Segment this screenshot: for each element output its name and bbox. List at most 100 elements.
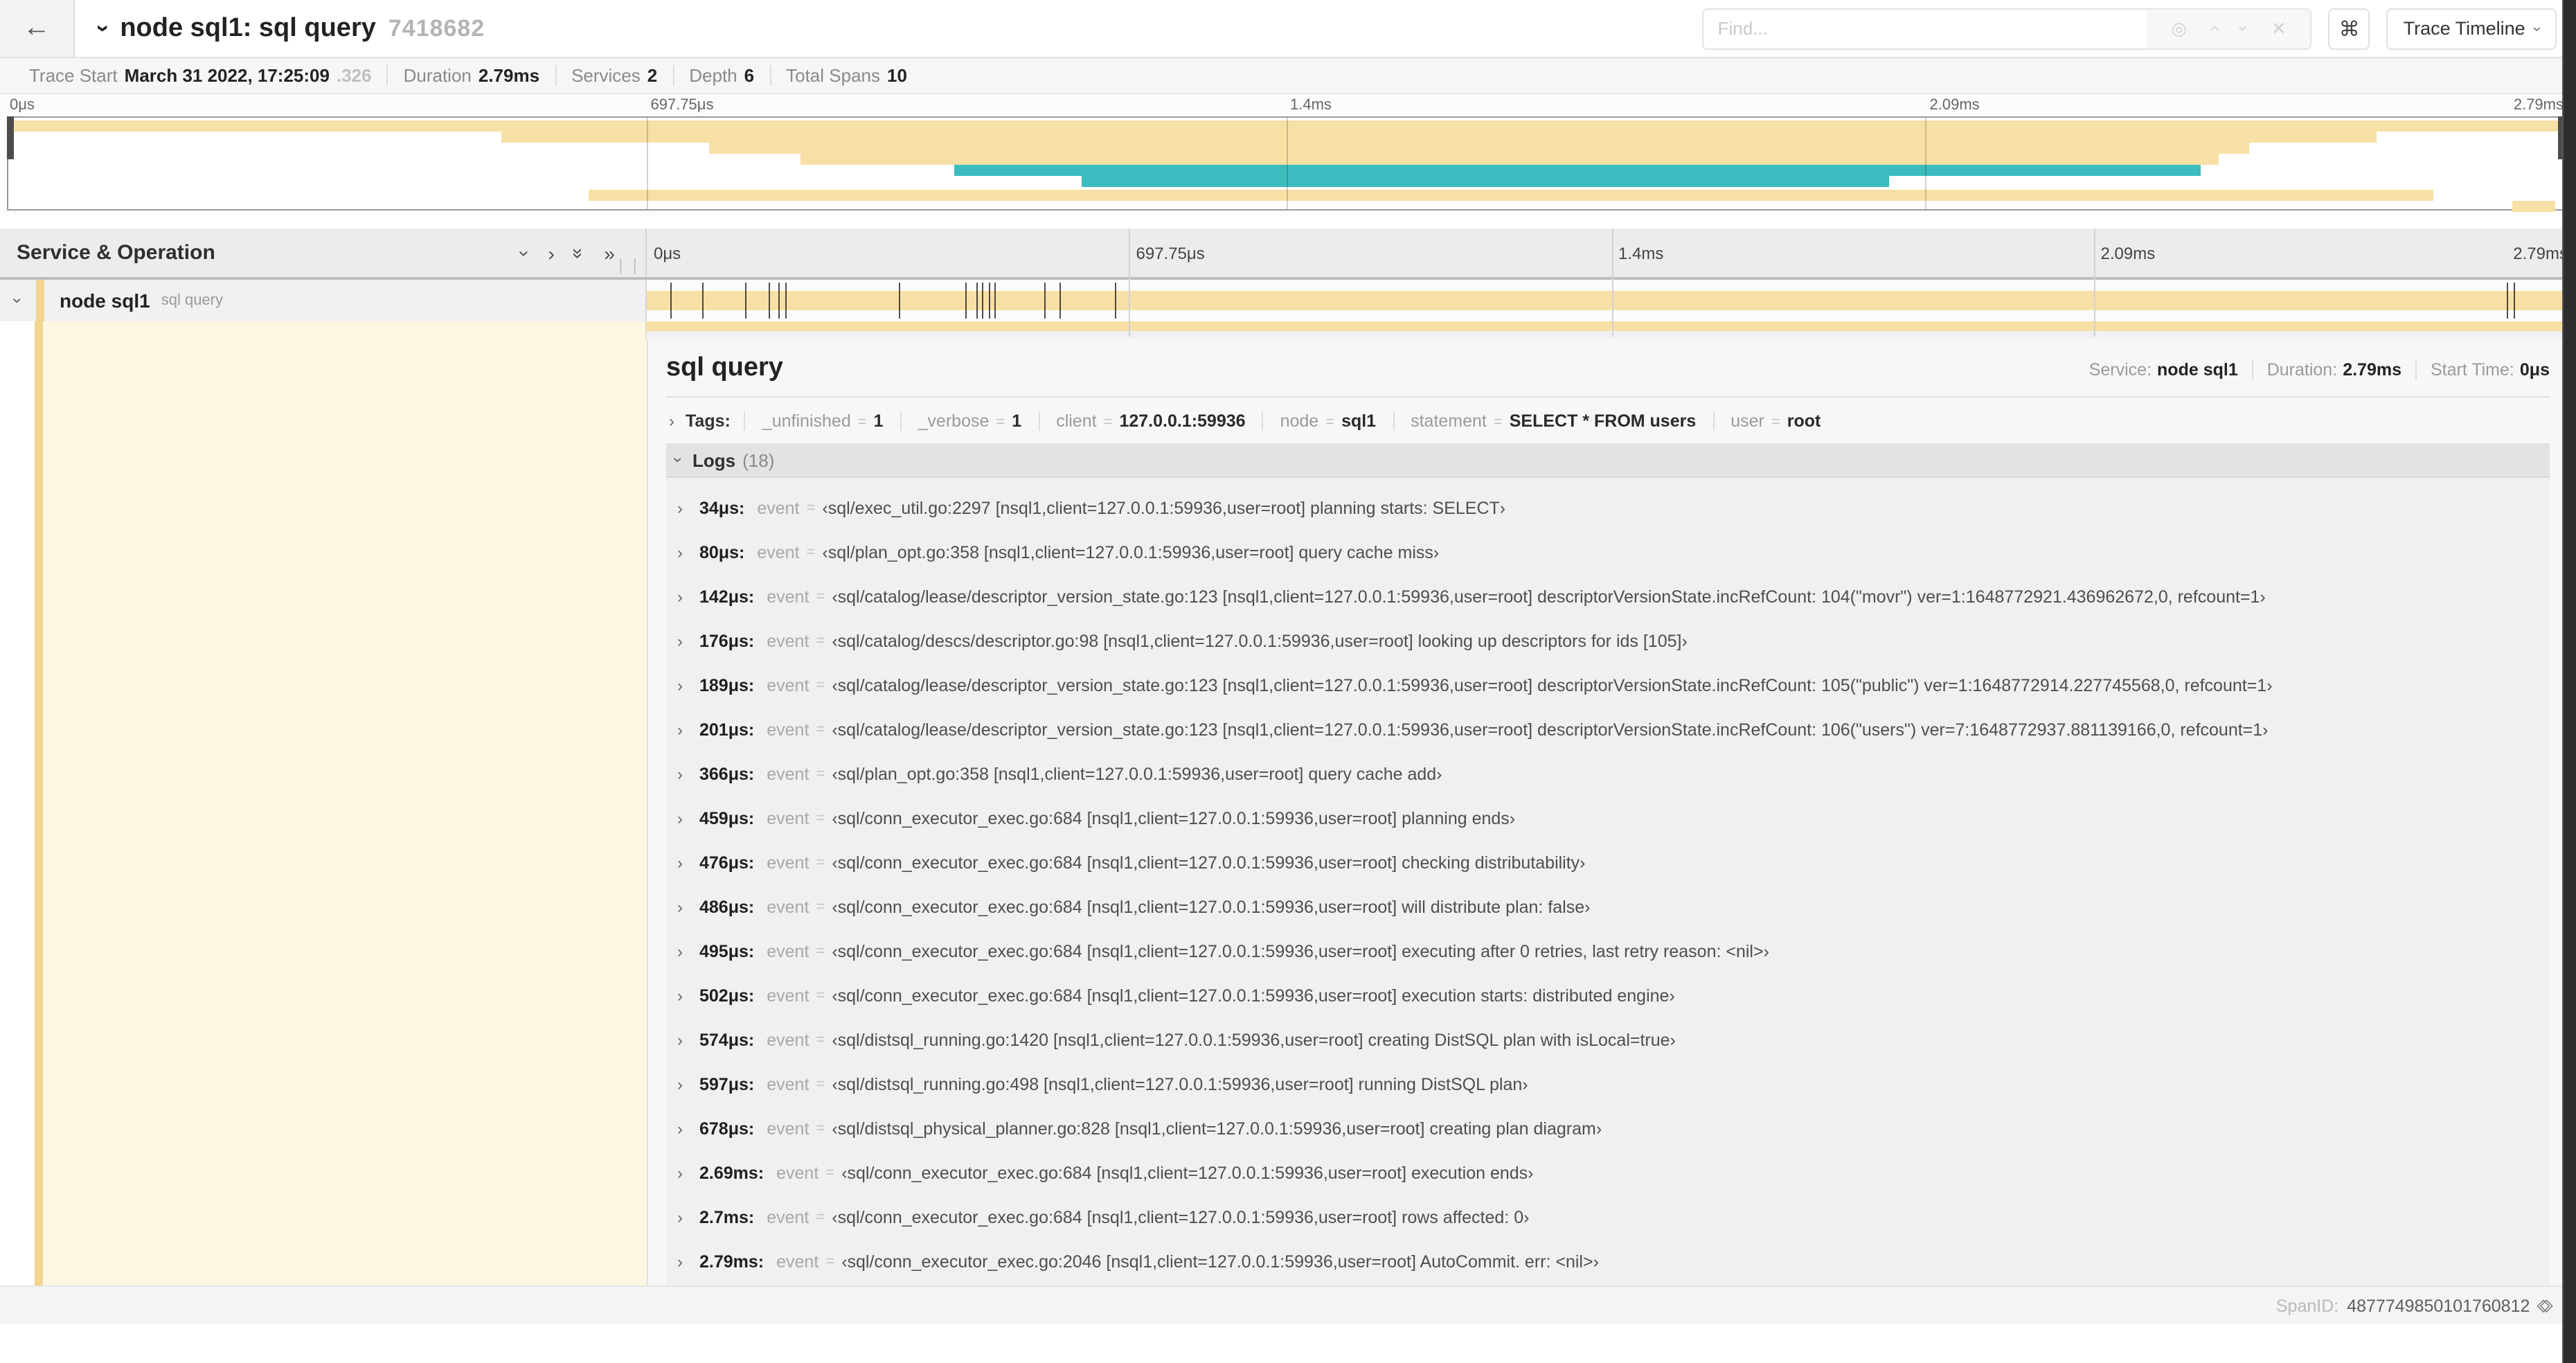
find-input[interactable] xyxy=(1703,9,2147,48)
log-entry-row[interactable]: › 459μs: event = ‹sql/conn_executor_exec.go:… xyxy=(677,796,2550,841)
chevron-right-icon[interactable]: › xyxy=(677,986,699,1006)
chevron-right-icon[interactable]: › xyxy=(677,765,699,784)
view-selector-button[interactable]: Trace Timeline › xyxy=(2386,8,2557,49)
log-marker-tick xyxy=(994,283,996,319)
log-marker-tick xyxy=(2514,283,2516,319)
span-service-name: node sql1 xyxy=(60,289,150,312)
prev-match-icon[interactable]: › xyxy=(2203,26,2224,32)
chevron-down-icon[interactable]: › xyxy=(91,24,117,32)
chevron-right-icon[interactable]: › xyxy=(677,499,699,518)
log-entry-row[interactable]: › 189μs: event = ‹sql/catalog/lease/descript… xyxy=(677,663,2550,708)
log-entry-row[interactable]: › 176μs: event = ‹sql/catalog/descs/descript… xyxy=(677,619,2550,663)
command-icon: ⌘ xyxy=(2338,17,2360,41)
log-message: ‹sql/catalog/lease/descriptor_version_st… xyxy=(832,676,2273,695)
expand-all-icon[interactable]: » xyxy=(604,243,615,262)
tag-item: client = 127.0.0.1:59936 xyxy=(1038,411,1262,431)
chevron-right-icon[interactable]: › xyxy=(677,676,699,695)
keyboard-shortcuts-button[interactable]: ⌘ xyxy=(2328,8,2370,49)
chevron-right-icon[interactable]: › xyxy=(677,1119,699,1139)
chevron-right-icon[interactable]: › xyxy=(677,1208,699,1227)
minimap-left-scrubber-handle[interactable] xyxy=(7,116,14,159)
log-message: ‹sql/catalog/lease/descriptor_version_st… xyxy=(832,587,2266,607)
chevron-right-icon[interactable]: › xyxy=(677,1164,699,1183)
collapse-all-icon[interactable]: » xyxy=(569,247,591,258)
chevron-right-icon[interactable]: › xyxy=(677,898,699,917)
clear-find-icon[interactable]: ✕ xyxy=(2271,17,2287,39)
log-equals: = xyxy=(816,633,825,650)
row-chevron-down-icon[interactable]: › xyxy=(8,283,28,319)
minimap-gridline xyxy=(1286,118,1287,209)
chevron-right-icon[interactable]: › xyxy=(677,720,699,740)
collapse-one-icon[interactable]: › xyxy=(515,249,537,256)
log-entry-row[interactable]: › 2.7ms: event = ‹sql/conn_executor_exec.go:… xyxy=(677,1195,2550,1240)
timeline-grid-header: Service & Operation › › » » ❘❘ 0μs 697.75… xyxy=(0,229,2576,337)
log-message: ‹sql/conn_executor_exec.go:684 [nsql1,cl… xyxy=(832,809,1516,828)
gutter-white xyxy=(0,339,35,1285)
span-accent-stripe xyxy=(35,339,43,1285)
log-field-name: event xyxy=(767,898,810,917)
log-entry-row[interactable]: › 502μs: event = ‹sql/conn_executor_exec.go:… xyxy=(677,974,2550,1018)
log-marker-tick xyxy=(778,283,780,319)
trace-title-group: › node sql1: sql query 7418682 xyxy=(91,13,485,44)
span-stat-value: node sql1 xyxy=(2157,360,2238,380)
chevron-down-icon: › xyxy=(2529,26,2546,31)
log-field-name: event xyxy=(767,587,810,607)
log-message: ‹sql/conn_executor_exec.go:684 [nsql1,cl… xyxy=(832,1208,1530,1227)
chevron-right-icon[interactable]: › xyxy=(677,1075,699,1094)
minimap-span-bar xyxy=(501,132,2377,143)
tags-accordion[interactable]: › Tags: _unfinished = 1 _verbose = 1 client = 12… xyxy=(666,398,2550,443)
expand-one-icon[interactable]: › xyxy=(548,243,554,262)
chevron-right-icon[interactable]: › xyxy=(677,853,699,873)
match-locate-icon[interactable]: ◎ xyxy=(2171,17,2187,39)
chevron-right-icon[interactable]: › xyxy=(677,632,699,651)
log-field-name: event xyxy=(767,632,810,651)
log-entry-row[interactable]: › 574μs: event = ‹sql/distsql_running.go:142… xyxy=(677,1018,2550,1062)
log-message: ‹sql/distsql_running.go:498 [nsql1,clien… xyxy=(832,1075,1528,1094)
log-entry-row[interactable]: › 678μs: event = ‹sql/distsql_physical_plann… xyxy=(677,1107,2550,1151)
trace-info-item: Services 2 xyxy=(555,65,672,86)
log-entry-row[interactable]: › 476μs: event = ‹sql/conn_executor_exec.go:… xyxy=(677,841,2550,885)
log-entry-row[interactable]: › 495μs: event = ‹sql/conn_executor_exec.go:… xyxy=(677,929,2550,974)
tag-item: _unfinished = 1 xyxy=(744,411,900,431)
chevron-right-icon[interactable]: › xyxy=(677,1252,699,1272)
log-entry-row[interactable]: › 80μs: event = ‹sql/plan_opt.go:358 [nsql1,… xyxy=(677,531,2550,575)
back-button[interactable]: ← xyxy=(0,0,75,57)
log-field-name: event xyxy=(767,765,810,784)
minimap-canvas[interactable] xyxy=(7,116,2565,212)
span-detail-panel: sql query Service: node sql1 Duration: 2.79… xyxy=(647,339,2569,1285)
span-row-name-cell[interactable]: › node sql1 sql query xyxy=(0,280,647,321)
log-equals: = xyxy=(806,500,816,517)
view-selector-label: Trace Timeline xyxy=(2403,18,2525,39)
trace-info-label: Duration xyxy=(403,65,472,86)
log-entry-row[interactable]: › 366μs: event = ‹sql/plan_opt.go:358 [nsql1… xyxy=(677,752,2550,796)
log-equals: = xyxy=(825,1165,835,1182)
chevron-right-icon[interactable]: › xyxy=(677,587,699,607)
log-timestamp: 476μs: xyxy=(699,853,755,873)
log-entry-row[interactable]: › 201μs: event = ‹sql/catalog/lease/descript… xyxy=(677,708,2550,752)
logs-accordion-header[interactable]: › Logs (18) xyxy=(666,443,2550,478)
copy-link-icon[interactable]: ⧉ xyxy=(2532,1293,2557,1318)
log-entry-row[interactable]: › 34μs: event = ‹sql/exec_util.go:2297 [nsql… xyxy=(677,486,2550,531)
log-entry-row[interactable]: › 2.79ms: event = ‹sql/conn_executor_exec.go… xyxy=(677,1240,2550,1284)
log-timestamp: 201μs: xyxy=(699,720,755,740)
chevron-right-icon[interactable]: › xyxy=(677,1031,699,1050)
tag-key: node xyxy=(1280,411,1319,431)
log-message: ‹sql/plan_opt.go:358 [nsql1,client=127.0… xyxy=(822,543,1440,562)
timeline-gridline xyxy=(1611,229,1613,337)
log-entry-row[interactable]: › 2.69ms: event = ‹sql/conn_executor_exec.go… xyxy=(677,1151,2550,1195)
log-marker-tick xyxy=(2506,283,2508,319)
log-equals: = xyxy=(816,1209,825,1226)
trace-info-value: 10 xyxy=(887,65,907,86)
chevron-right-icon[interactable]: › xyxy=(677,942,699,961)
next-match-icon[interactable]: › xyxy=(2234,26,2255,32)
span-stat-label: Service: xyxy=(2088,360,2152,380)
log-entry-row[interactable]: › 597μs: event = ‹sql/distsql_running.go:498… xyxy=(677,1062,2550,1107)
chevron-right-icon[interactable]: › xyxy=(677,809,699,828)
log-entry-row[interactable]: › 486μs: event = ‹sql/conn_executor_exec.go:… xyxy=(677,885,2550,929)
column-resizer-grip[interactable]: ❘❘ xyxy=(614,256,643,274)
chevron-right-icon[interactable]: › xyxy=(677,543,699,562)
log-entry-row[interactable]: › 142μs: event = ‹sql/catalog/lease/descript… xyxy=(677,575,2550,619)
log-field-name: event xyxy=(767,809,810,828)
spanid-label: SpanID: xyxy=(2275,1296,2339,1315)
span-stat: Duration: 2.79ms xyxy=(2251,360,2415,380)
